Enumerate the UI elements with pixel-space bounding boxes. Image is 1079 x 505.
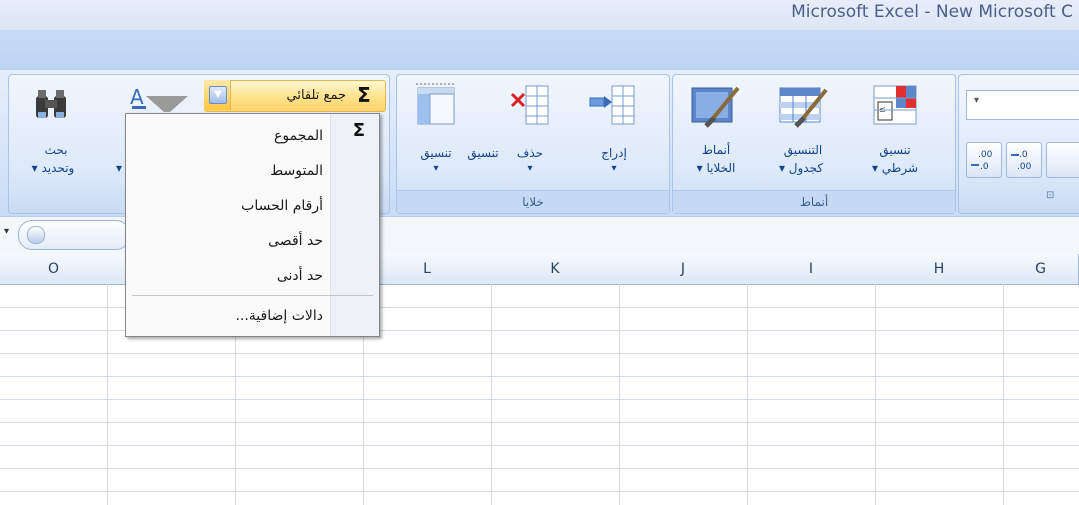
format-label-2[interactable]: تنسيق [462,146,504,160]
grid-row-line [0,491,1079,492]
cell-styles-label-1[interactable]: أنماط [690,143,742,157]
sort-filter-arrow[interactable]: ▾ [112,161,126,175]
grid-column-line [1003,284,1004,505]
menu-icon-strip [330,114,379,336]
menu-item-min[interactable]: حد أدنى [277,268,323,284]
format-table-label-2[interactable]: كجدول ▾ [764,161,838,175]
number-extra-button[interactable] [1046,142,1079,178]
binoculars-icon[interactable] [30,84,74,128]
menu-item-average[interactable]: المتوسط [270,163,323,179]
grid-row-line [0,445,1079,446]
cell-styles-label-2[interactable]: الخلايا ▾ [684,161,748,175]
name-box-arrow[interactable]: ▾ [4,226,9,237]
cell-styles-icon[interactable] [688,82,742,130]
dialog-launcher-icon[interactable]: ⊡ [1046,190,1054,201]
conditional-formatting-icon[interactable]: ≤ [870,82,920,130]
menu-item-sum[interactable]: المجموع [274,128,323,144]
format-cells-icon[interactable] [414,82,458,128]
conditional-label-1[interactable]: تنسيق [864,143,926,157]
autosum-menu: Σ المجموع المتوسط أرقام الحساب حد أقصى ح… [125,113,380,337]
insert-label[interactable]: إدراج [592,146,636,160]
grid-column-line [107,284,108,505]
delete-cells-icon[interactable] [508,82,552,128]
insert-cells-icon[interactable] [588,82,638,128]
styles-group-label: أنماط [673,190,955,213]
grid-column-line [875,284,876,505]
column-header[interactable]: G [1003,254,1079,285]
find-select-label-2[interactable]: وتحديد ▾ [18,161,88,175]
format-table-label-1[interactable]: التنسيق [768,143,838,157]
find-select-label-1[interactable]: بحث [36,143,76,157]
column-header[interactable]: I [747,254,876,285]
format-as-table-icon[interactable] [776,82,830,130]
grid-row-line [0,468,1079,469]
menu-item-max[interactable]: حد أقصى [268,233,323,249]
column-header[interactable]: H [875,254,1004,285]
window-title: Microsoft Excel - New Microsoft C [791,2,1073,22]
svg-text:.00: .00 [978,150,993,160]
svg-text:.00: .00 [1017,162,1032,172]
menu-item-count-numbers[interactable]: أرقام الحساب [241,198,323,214]
sort-filter-icon[interactable]: A [126,82,190,116]
grid-row-line [0,399,1079,400]
autosum-label[interactable]: جمع تلقائي [236,88,346,103]
cells-group-label: خلايا [397,190,669,213]
sigma-icon: Σ [352,120,365,141]
grid-row-line [0,422,1079,423]
ribbon-tabs-bar [0,30,1079,71]
delete-label[interactable]: حذف [508,146,552,160]
svg-text:A: A [130,85,144,109]
decrease-decimal-button[interactable]: .00 .0 [966,142,1002,178]
sigma-icon[interactable]: Σ [352,83,376,107]
grid-column-line [619,284,620,505]
format-arrow[interactable]: ▾ [408,163,464,174]
circle-icon [27,226,45,244]
number-format-arrow[interactable]: ▾ [974,95,979,106]
menu-separator [132,295,373,296]
function-wizard-button[interactable] [18,220,130,250]
insert-arrow[interactable]: ▾ [592,163,636,174]
delete-arrow[interactable]: ▾ [508,163,552,174]
column-header[interactable]: J [619,254,748,285]
grid-row-line [0,353,1079,354]
grid-column-line [491,284,492,505]
svg-text:.0: .0 [980,162,989,172]
grid-row-line [0,376,1079,377]
column-header[interactable]: K [491,254,620,285]
chevron-down-icon[interactable]: ▼ [209,86,227,104]
column-header[interactable]: O [0,254,108,285]
column-header[interactable]: L [363,254,492,285]
number-format-select[interactable] [966,90,1079,120]
grid-column-line [747,284,748,505]
increase-decimal-button[interactable]: .0 .00 [1006,142,1042,178]
svg-text:.0: .0 [1019,150,1028,160]
menu-item-more-functions[interactable]: دالات إضافية... [235,308,323,324]
conditional-label-2[interactable]: شرطي ▾ [856,161,934,175]
format-label[interactable]: تنسيق [408,146,464,160]
